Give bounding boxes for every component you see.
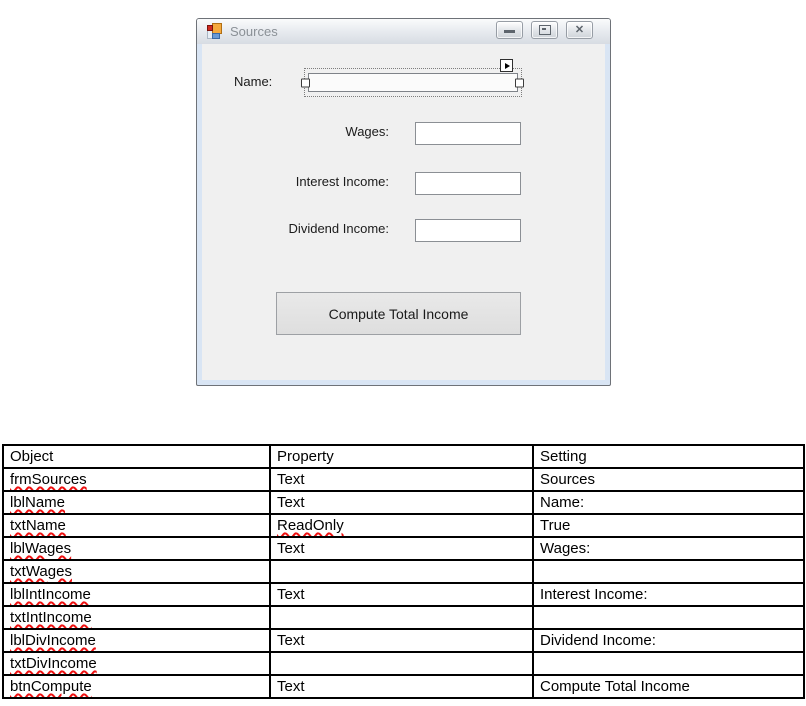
form-icon-red-square	[207, 25, 213, 31]
table-row: lblName Text Name:	[3, 491, 804, 514]
property-cell: Text	[270, 468, 533, 491]
object-cell: btnCompute	[3, 675, 270, 698]
property-cell: Text	[270, 629, 533, 652]
object-cell: lblDivIncome	[3, 629, 270, 652]
object-column-header: Object	[3, 445, 270, 468]
properties-table: Object Property Setting frmSources Text …	[2, 444, 805, 699]
window-controls: ✕	[496, 21, 593, 39]
smart-tag-button[interactable]	[500, 59, 513, 72]
minimize-button[interactable]	[496, 21, 523, 39]
property-cell: Text	[270, 675, 533, 698]
table-row: btnCompute Text Compute Total Income	[3, 675, 804, 698]
table-row: txtDivIncome	[3, 652, 804, 675]
form-icon-blue-square	[212, 33, 220, 39]
object-cell: lblIntIncome	[3, 583, 270, 606]
property-cell	[270, 606, 533, 629]
setting-cell: Sources	[533, 468, 804, 491]
txtDivIncome-textbox[interactable]	[415, 219, 521, 242]
form-client-area: Name: Wages: Interest Income: Dividend I…	[202, 44, 605, 380]
setting-cell: Wages:	[533, 537, 804, 560]
setting-cell	[533, 606, 804, 629]
property-cell: ReadOnly	[270, 514, 533, 537]
table-row: txtWages	[3, 560, 804, 583]
window-title: Sources	[230, 24, 278, 39]
property-cell: Text	[270, 491, 533, 514]
setting-cell: Compute Total Income	[533, 675, 804, 698]
txtName-textbox[interactable]	[308, 73, 518, 92]
setting-cell: True	[533, 514, 804, 537]
property-cell	[270, 652, 533, 675]
table-row: lblIntIncome Text Interest Income:	[3, 583, 804, 606]
minimize-icon	[504, 30, 515, 33]
wages-label: Wages:	[202, 124, 389, 140]
setting-cell: Interest Income:	[533, 583, 804, 606]
dividend-income-label: Dividend Income:	[202, 221, 389, 237]
close-button[interactable]: ✕	[566, 21, 593, 39]
table-row: txtIntIncome	[3, 606, 804, 629]
setting-cell: Dividend Income:	[533, 629, 804, 652]
property-cell	[270, 560, 533, 583]
name-label: Name:	[234, 74, 272, 90]
object-cell: lblWages	[3, 537, 270, 560]
property-cell: Text	[270, 537, 533, 560]
txtName-selection-frame[interactable]	[304, 68, 522, 97]
table-row: txtName ReadOnly True	[3, 514, 804, 537]
property-column-header: Property	[270, 445, 533, 468]
compute-total-income-button[interactable]: Compute Total Income	[276, 292, 521, 335]
resize-handle-left[interactable]	[301, 78, 310, 87]
interest-income-label: Interest Income:	[202, 174, 389, 190]
object-cell: txtDivIncome	[3, 652, 270, 675]
title-bar[interactable]: Sources ✕	[197, 19, 610, 44]
maximize-button[interactable]	[531, 21, 558, 39]
object-cell: txtWages	[3, 560, 270, 583]
txtWages-textbox[interactable]	[415, 122, 521, 145]
object-cell: frmSources	[3, 468, 270, 491]
resize-handle-right[interactable]	[515, 78, 524, 87]
maximize-icon	[539, 25, 551, 35]
smart-tag-arrow-icon	[505, 63, 510, 69]
setting-cell: Name:	[533, 491, 804, 514]
table-row: lblWages Text Wages:	[3, 537, 804, 560]
setting-cell	[533, 652, 804, 675]
object-cell: txtIntIncome	[3, 606, 270, 629]
property-cell: Text	[270, 583, 533, 606]
sources-form-window: Sources ✕ Name: Wages: Interest Income:	[196, 18, 611, 386]
txtIntIncome-textbox[interactable]	[415, 172, 521, 195]
close-icon: ✕	[575, 25, 584, 36]
object-cell: lblName	[3, 491, 270, 514]
setting-column-header: Setting	[533, 445, 804, 468]
table-row: frmSources Text Sources	[3, 468, 804, 491]
table-header-row: Object Property Setting	[3, 445, 804, 468]
object-cell: txtName	[3, 514, 270, 537]
table-row: lblDivIncome Text Dividend Income:	[3, 629, 804, 652]
setting-cell	[533, 560, 804, 583]
form-icon	[207, 23, 223, 39]
